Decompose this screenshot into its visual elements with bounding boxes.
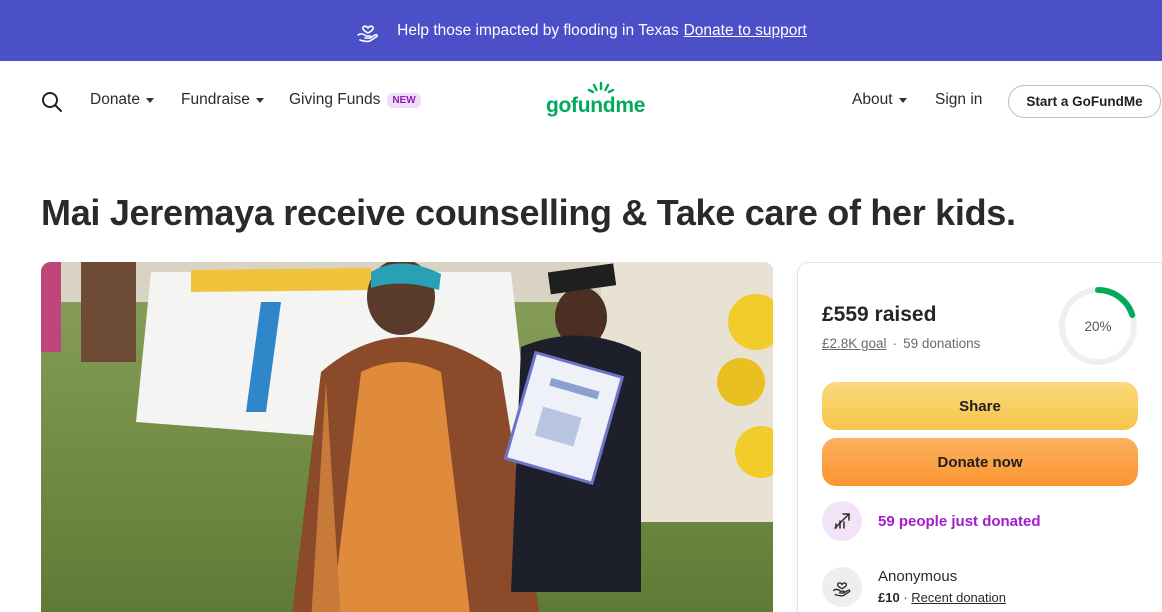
amount-raised: £559 raised <box>822 303 937 326</box>
campaign-photo[interactable] <box>41 262 773 612</box>
heart-hand-icon <box>822 567 862 607</box>
logo-wordmark: gofundme <box>546 94 646 117</box>
banner-text: Help those impacted by flooding in Texas <box>397 21 679 39</box>
share-button[interactable]: Share <box>822 382 1138 430</box>
heart-hand-icon <box>355 18 381 44</box>
goal-summary: £2.8K goal · 59 donations <box>822 336 980 351</box>
campaign-title: Mai Jeremaya receive counselling & Take … <box>41 192 1016 233</box>
announcement-banner: Help those impacted by flooding in Texas… <box>0 0 1162 61</box>
nav-fundraise-label: Fundraise <box>181 91 250 108</box>
nav-sign-in[interactable]: Sign in <box>935 91 982 109</box>
recent-donation-link[interactable]: Recent donation <box>911 590 1006 605</box>
nav-donate-menu[interactable]: Donate <box>90 91 154 109</box>
chevron-down-icon <box>898 97 907 103</box>
sign-in-label: Sign in <box>935 91 983 108</box>
donation-amount: £10 <box>878 590 900 605</box>
new-badge: NEW <box>387 92 421 108</box>
recent-activity[interactable]: 59 people just donated <box>822 501 1041 541</box>
start-gofundme-button[interactable]: Start a GoFundMe <box>1008 85 1161 118</box>
nav-about-menu[interactable]: About <box>852 91 907 109</box>
gofundme-logo[interactable]: gofundme <box>546 81 658 121</box>
donation-list-item: Anonymous £10 · Recent donation <box>822 567 1006 607</box>
donation-count: 59 donations <box>903 336 981 351</box>
nav-giving-funds[interactable]: Giving Funds NEW <box>289 91 421 109</box>
donor-name: Anonymous <box>878 568 958 585</box>
progress-percent: 20% <box>1084 318 1112 334</box>
trending-up-icon <box>822 501 862 541</box>
chevron-down-icon <box>255 97 264 103</box>
top-navigation: Donate Fundraise Giving Funds NEW gofund… <box>0 61 1162 141</box>
nav-giving-funds-label: Giving Funds <box>289 91 381 108</box>
donation-card: £559 raised £2.8K goal · 59 donations 20% … <box>797 262 1162 612</box>
nav-donate-label: Donate <box>90 91 140 108</box>
donate-to-support-link[interactable]: Donate to support <box>684 22 807 40</box>
donation-separator: · <box>903 590 908 605</box>
meta-separator: · <box>892 336 898 351</box>
nav-about-label: About <box>852 91 893 108</box>
search-icon[interactable] <box>40 90 64 114</box>
nav-fundraise-menu[interactable]: Fundraise <box>181 91 264 109</box>
logo-sunrise-icon <box>587 81 615 94</box>
goal-link[interactable]: £2.8K goal <box>822 336 887 351</box>
donate-now-button[interactable]: Donate now <box>822 438 1138 486</box>
recent-activity-text: 59 people just donated <box>878 512 1041 530</box>
chevron-down-icon <box>145 97 154 103</box>
